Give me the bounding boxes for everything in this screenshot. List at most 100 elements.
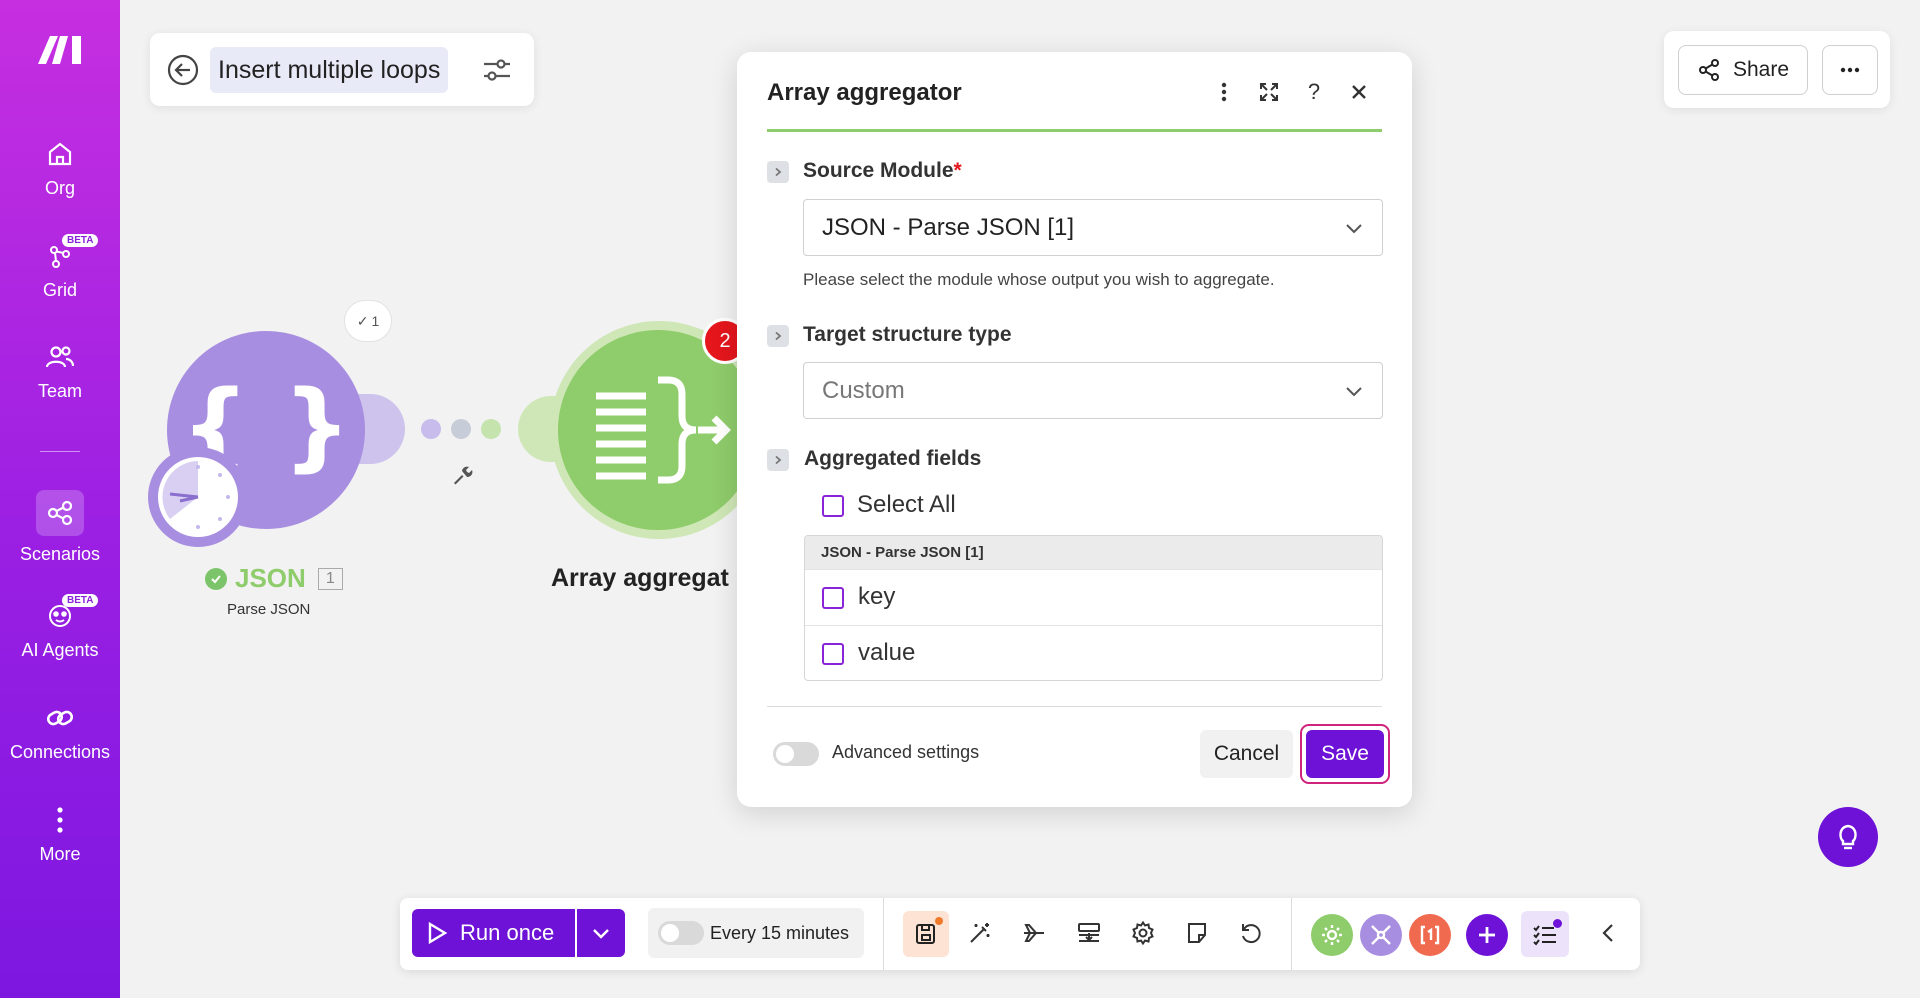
active-indicator <box>36 490 84 536</box>
team-icon <box>45 346 75 368</box>
sidebar-item-team[interactable]: Team <box>0 341 120 402</box>
source-module-help: Please select the module whose output yo… <box>803 270 1275 289</box>
share-card: Share <box>1664 31 1890 108</box>
help-question-icon[interactable]: ? <box>1300 78 1328 106</box>
explain-flow-button[interactable] <box>1016 915 1052 951</box>
target-structure-expand-toggle[interactable] <box>767 325 789 347</box>
sidebar-item-org[interactable]: Org <box>0 138 120 199</box>
expand-icon[interactable] <box>1255 78 1283 106</box>
more-options-button[interactable] <box>1822 45 1878 95</box>
source-module-select[interactable]: JSON - Parse JSON [1] <box>803 199 1383 256</box>
scenario-io-button[interactable] <box>1071 915 1107 951</box>
text-parser-button[interactable] <box>1409 914 1451 956</box>
target-structure-select[interactable]: Custom <box>803 362 1383 419</box>
source-module-expand-toggle[interactable] <box>767 161 789 183</box>
checklist-button[interactable] <box>1521 911 1569 957</box>
share-label: Share <box>1733 58 1790 81</box>
json-module-subtitle: Parse JSON <box>227 601 311 618</box>
aggregator-module-name: Array aggregat <box>551 564 729 592</box>
schedule-label[interactable]: Every 15 minutes <box>710 923 849 944</box>
field-value-label[interactable]: value <box>858 639 915 667</box>
share-button[interactable]: Share <box>1678 45 1808 95</box>
schedule-clock[interactable] <box>148 447 248 547</box>
notes-button[interactable] <box>1179 915 1215 951</box>
sidebar-item-label: Org <box>44 178 75 198</box>
required-marker: * <box>953 159 962 182</box>
vertical-dots-icon <box>57 807 63 833</box>
source-module-label: Source Module* <box>803 159 962 183</box>
field-value-checkbox[interactable] <box>822 643 844 665</box>
chevron-right-icon <box>775 455 782 465</box>
help-fab-button[interactable] <box>1818 807 1878 867</box>
dialog-title: Array aggregator <box>767 79 962 106</box>
flow-control-icon <box>1371 925 1391 945</box>
sidebar-divider <box>40 451 80 452</box>
save-button[interactable]: Save <box>1306 730 1384 778</box>
sidebar-item-scenarios[interactable]: Scenarios <box>0 490 120 565</box>
auto-align-button[interactable] <box>962 915 998 951</box>
schedule-control: Every 15 minutes <box>648 908 864 958</box>
chevron-right-icon <box>775 331 782 341</box>
sidebar-item-connections[interactable]: Connections <box>0 702 120 763</box>
run-once-button[interactable]: Run once <box>412 909 575 957</box>
flow-control-button[interactable] <box>1360 914 1402 956</box>
airplane-icon <box>1024 924 1044 942</box>
run-options-dropdown[interactable] <box>577 909 625 957</box>
clock-hands-icon <box>162 461 230 529</box>
chevron-down-icon <box>593 929 609 939</box>
scenario-settings-button[interactable] <box>1125 915 1161 951</box>
save-scenario-button[interactable] <box>903 911 949 957</box>
bottom-toolbar: Run once Every 15 minutes <box>400 898 1640 970</box>
beta-badge: BETA <box>62 594 99 607</box>
sidebar-item-ai-agents[interactable]: BETA AI Agents <box>0 594 120 661</box>
run-once-label: Run once <box>460 920 555 945</box>
sidebar-item-more[interactable]: More <box>0 804 120 865</box>
route-dot <box>481 419 501 439</box>
make-logo-icon[interactable] <box>38 34 84 66</box>
sidebar-item-label: Grid <box>42 280 77 300</box>
select-all-checkbox[interactable] <box>822 495 844 517</box>
unsaved-dot <box>935 917 943 925</box>
check-icon: ✓ <box>356 312 369 329</box>
advanced-settings-toggle[interactable] <box>773 742 819 766</box>
close-icon[interactable] <box>1345 78 1373 106</box>
gear-icon <box>1132 920 1154 946</box>
field-row-key[interactable]: key <box>805 569 1382 625</box>
chevron-right-icon <box>775 167 782 177</box>
dialog-header-divider <box>767 129 1382 132</box>
clock-icon <box>158 457 238 537</box>
sidebar-item-grid[interactable]: BETA Grid <box>0 234 120 301</box>
tools-module-button[interactable] <box>1311 914 1353 956</box>
share-icon <box>1699 59 1719 81</box>
aggregated-fields-table: JSON - Parse JSON [1] key value <box>804 535 1383 681</box>
select-all-label[interactable]: Select All <box>857 491 956 519</box>
schedule-toggle[interactable] <box>658 921 704 945</box>
sidebar-item-label: More <box>39 844 81 864</box>
history-button[interactable] <box>1233 915 1269 951</box>
note-icon <box>1188 923 1206 943</box>
kebab-menu-icon[interactable] <box>1210 78 1238 106</box>
array-aggregator-dialog: Array aggregator ? Source Module* JSON -… <box>737 52 1412 807</box>
sidebar: Org BETA Grid Team Scenarios BETA AI Age… <box>0 0 120 998</box>
sidebar-item-label: Team <box>37 381 82 401</box>
add-module-button[interactable] <box>1466 914 1508 956</box>
field-key-checkbox[interactable] <box>822 587 844 609</box>
operations-badge[interactable]: ✓ 1 <box>344 300 392 342</box>
sliders-icon[interactable] <box>480 55 514 85</box>
wrench-icon[interactable] <box>451 464 473 486</box>
scenario-title[interactable]: Insert multiple loops <box>210 47 449 93</box>
field-key-label[interactable]: key <box>858 583 895 611</box>
save-disk-icon <box>916 924 935 944</box>
target-structure-value: Custom <box>822 377 905 404</box>
link-icon <box>46 710 74 726</box>
notification-dot <box>1553 919 1562 928</box>
plus-icon <box>1479 927 1495 943</box>
collapse-toolbar-button[interactable] <box>1590 915 1626 951</box>
sidebar-item-label: Scenarios <box>19 544 101 564</box>
source-module-value: JSON - Parse JSON [1] <box>822 214 1075 241</box>
cancel-button[interactable]: Cancel <box>1200 730 1293 778</box>
aggregated-fields-expand-toggle[interactable] <box>767 449 789 471</box>
magic-wand-icon <box>970 923 990 943</box>
field-row-value[interactable]: value <box>805 625 1382 680</box>
back-arrow-icon[interactable] <box>166 53 200 87</box>
